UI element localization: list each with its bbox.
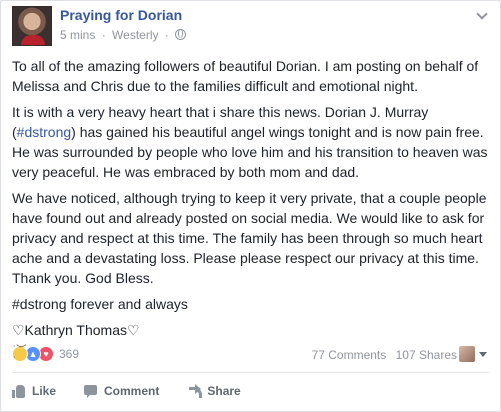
post-time[interactable]: 5 mins — [60, 28, 95, 42]
meta-separator: · — [101, 28, 106, 42]
like-label: Like — [32, 384, 57, 398]
comment-button[interactable]: Comment — [84, 384, 159, 398]
divider — [12, 372, 489, 373]
thumbs-up-icon — [12, 384, 26, 398]
share-label: Share — [207, 384, 241, 398]
comments-count-link[interactable]: 77 Comments — [312, 348, 387, 362]
hashtag-link[interactable]: #dstrong — [17, 124, 71, 140]
like-button[interactable]: Like — [12, 384, 56, 398]
caret-down-icon[interactable] — [479, 352, 487, 357]
post-paragraph: It is with a very heavy heart that i sha… — [12, 102, 494, 182]
viewer-avatar[interactable] — [459, 346, 475, 362]
post-paragraph: #dstrong forever and always — [12, 296, 188, 312]
engagement-counts: 77 Comments 107 Shares — [306, 348, 457, 362]
post-paragraph: We have noticed, although trying to keep… — [12, 190, 487, 286]
post-card: Praying for Dorian 5 mins · Westerly · T… — [0, 0, 501, 412]
comment-label: Comment — [104, 384, 160, 398]
share-icon — [187, 384, 202, 398]
globe-icon[interactable] — [175, 29, 187, 40]
reaction-count: 369 — [59, 347, 80, 361]
chevron-down-icon[interactable] — [474, 8, 490, 24]
text-segment: ) has gained his beautiful angel wings t… — [12, 124, 488, 180]
action-bar: Like Comment Share — [12, 377, 269, 405]
post-header: Praying for Dorian 5 mins · Westerly · — [12, 6, 490, 48]
avatar-shirt — [21, 35, 45, 45]
post-signature: ♡Kathryn Thomas♡ — [12, 322, 140, 338]
reaction-summary[interactable]: ˙︶˙ ▲ ♥ 369 — [12, 345, 80, 367]
post-stats: ˙︶˙ ▲ ♥ 369 77 Comments 107 Shares — [12, 345, 489, 367]
page-name-link[interactable]: Praying for Dorian — [60, 7, 182, 24]
shares-count-link[interactable]: 107 Shares — [396, 348, 457, 362]
meta-separator: · — [164, 28, 169, 42]
post-location[interactable]: Westerly — [112, 28, 158, 42]
comment-icon — [84, 384, 98, 398]
post-body: To all of the amazing followers of beaut… — [12, 56, 494, 346]
sad-icon: ˙︶˙ — [12, 345, 28, 367]
page-avatar[interactable] — [12, 6, 52, 46]
post-meta: 5 mins · Westerly · — [60, 28, 187, 43]
share-button[interactable]: Share — [187, 384, 241, 398]
post-paragraph: To all of the amazing followers of beaut… — [12, 58, 479, 94]
